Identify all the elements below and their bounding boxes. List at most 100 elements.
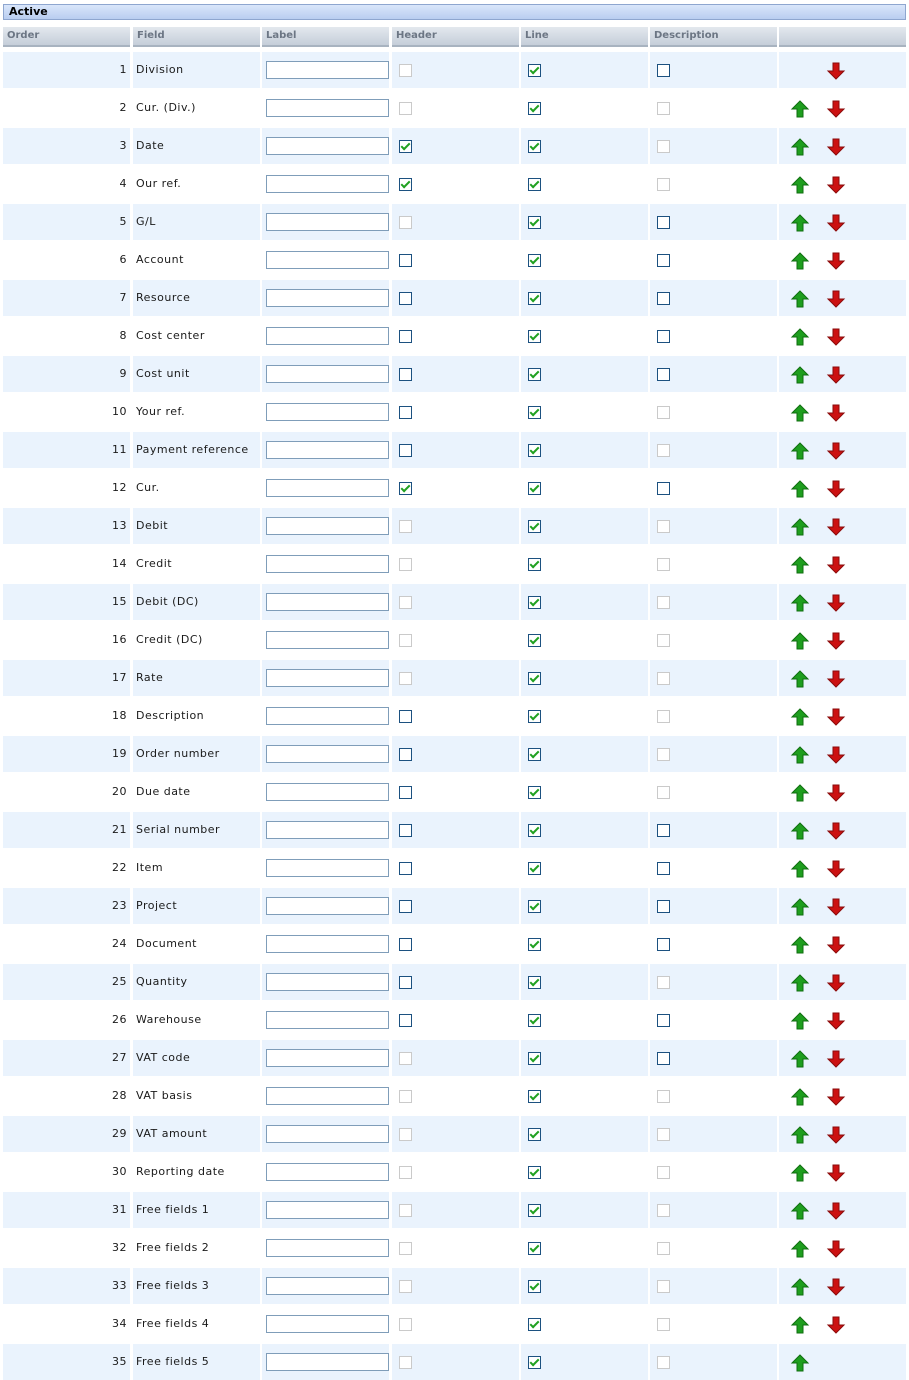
label-input[interactable] (266, 1201, 389, 1219)
description-checkbox[interactable] (657, 64, 670, 77)
arrow-down-icon[interactable] (826, 745, 846, 765)
description-checkbox[interactable] (657, 900, 670, 913)
arrow-up-icon[interactable] (790, 555, 810, 575)
label-input[interactable] (266, 973, 389, 991)
label-input[interactable] (266, 137, 389, 155)
description-checkbox[interactable] (657, 482, 670, 495)
header-checkbox[interactable] (399, 178, 412, 191)
arrow-up-icon[interactable] (790, 137, 810, 157)
arrow-down-icon[interactable] (826, 251, 846, 271)
label-input[interactable] (266, 669, 389, 687)
arrow-up-icon[interactable] (790, 251, 810, 271)
line-checkbox[interactable] (528, 1242, 541, 1255)
arrow-up-icon[interactable] (790, 1125, 810, 1145)
arrow-up-icon[interactable] (790, 1277, 810, 1297)
label-input[interactable] (266, 517, 389, 535)
arrow-up-icon[interactable] (790, 289, 810, 309)
arrow-down-icon[interactable] (826, 99, 846, 119)
description-checkbox[interactable] (657, 368, 670, 381)
line-checkbox[interactable] (528, 482, 541, 495)
line-checkbox[interactable] (528, 748, 541, 761)
label-input[interactable] (266, 935, 389, 953)
label-input[interactable] (266, 213, 389, 231)
label-input[interactable] (266, 1049, 389, 1067)
arrow-up-icon[interactable] (790, 403, 810, 423)
line-checkbox[interactable] (528, 672, 541, 685)
line-checkbox[interactable] (528, 634, 541, 647)
line-checkbox[interactable] (528, 406, 541, 419)
line-checkbox[interactable] (528, 1166, 541, 1179)
line-checkbox[interactable] (528, 444, 541, 457)
arrow-down-icon[interactable] (826, 783, 846, 803)
description-checkbox[interactable] (657, 216, 670, 229)
arrow-up-icon[interactable] (790, 1315, 810, 1335)
label-input[interactable] (266, 1087, 389, 1105)
label-input[interactable] (266, 783, 389, 801)
label-input[interactable] (266, 593, 389, 611)
line-checkbox[interactable] (528, 862, 541, 875)
line-checkbox[interactable] (528, 1356, 541, 1369)
line-checkbox[interactable] (528, 1090, 541, 1103)
header-checkbox[interactable] (399, 862, 412, 875)
label-input[interactable] (266, 555, 389, 573)
line-checkbox[interactable] (528, 1052, 541, 1065)
label-input[interactable] (266, 289, 389, 307)
arrow-up-icon[interactable] (790, 517, 810, 537)
line-checkbox[interactable] (528, 140, 541, 153)
arrow-down-icon[interactable] (826, 1011, 846, 1031)
line-checkbox[interactable] (528, 64, 541, 77)
line-checkbox[interactable] (528, 520, 541, 533)
arrow-down-icon[interactable] (826, 1125, 846, 1145)
column-header-description[interactable]: Description (650, 27, 777, 47)
arrow-down-icon[interactable] (826, 327, 846, 347)
arrow-down-icon[interactable] (826, 213, 846, 233)
arrow-up-icon[interactable] (790, 479, 810, 499)
arrow-up-icon[interactable] (790, 631, 810, 651)
header-checkbox[interactable] (399, 748, 412, 761)
arrow-up-icon[interactable] (790, 213, 810, 233)
label-input[interactable] (266, 327, 389, 345)
description-checkbox[interactable] (657, 862, 670, 875)
label-input[interactable] (266, 99, 389, 117)
arrow-down-icon[interactable] (826, 289, 846, 309)
arrow-up-icon[interactable] (790, 175, 810, 195)
arrow-up-icon[interactable] (790, 1011, 810, 1031)
arrow-down-icon[interactable] (826, 859, 846, 879)
arrow-up-icon[interactable] (790, 1049, 810, 1069)
line-checkbox[interactable] (528, 330, 541, 343)
line-checkbox[interactable] (528, 558, 541, 571)
header-checkbox[interactable] (399, 482, 412, 495)
arrow-down-icon[interactable] (826, 669, 846, 689)
arrow-up-icon[interactable] (790, 669, 810, 689)
arrow-down-icon[interactable] (826, 175, 846, 195)
description-checkbox[interactable] (657, 330, 670, 343)
header-checkbox[interactable] (399, 976, 412, 989)
arrow-down-icon[interactable] (826, 935, 846, 955)
description-checkbox[interactable] (657, 938, 670, 951)
line-checkbox[interactable] (528, 824, 541, 837)
arrow-up-icon[interactable] (790, 973, 810, 993)
description-checkbox[interactable] (657, 254, 670, 267)
arrow-up-icon[interactable] (790, 1239, 810, 1259)
label-input[interactable] (266, 1353, 389, 1371)
arrow-down-icon[interactable] (826, 1163, 846, 1183)
header-checkbox[interactable] (399, 406, 412, 419)
arrow-up-icon[interactable] (790, 593, 810, 613)
label-input[interactable] (266, 479, 389, 497)
description-checkbox[interactable] (657, 824, 670, 837)
arrow-down-icon[interactable] (826, 1239, 846, 1259)
label-input[interactable] (266, 251, 389, 269)
arrow-down-icon[interactable] (826, 897, 846, 917)
label-input[interactable] (266, 365, 389, 383)
label-input[interactable] (266, 1125, 389, 1143)
header-checkbox[interactable] (399, 900, 412, 913)
label-input[interactable] (266, 707, 389, 725)
arrow-up-icon[interactable] (790, 897, 810, 917)
arrow-down-icon[interactable] (826, 1087, 846, 1107)
line-checkbox[interactable] (528, 1204, 541, 1217)
line-checkbox[interactable] (528, 900, 541, 913)
label-input[interactable] (266, 897, 389, 915)
arrow-up-icon[interactable] (790, 745, 810, 765)
line-checkbox[interactable] (528, 938, 541, 951)
arrow-down-icon[interactable] (826, 973, 846, 993)
